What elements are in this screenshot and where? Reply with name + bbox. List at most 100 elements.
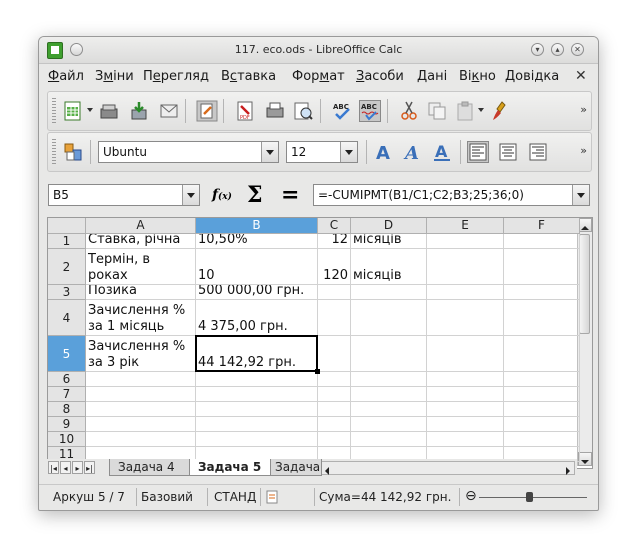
- row-header[interactable]: 4: [48, 300, 86, 336]
- cell-f9[interactable]: [504, 417, 580, 432]
- clone-formatting-icon[interactable]: [489, 100, 511, 122]
- cell-e10[interactable]: [427, 432, 504, 447]
- cell-e8[interactable]: [427, 402, 504, 417]
- cell-d4[interactable]: [351, 300, 427, 336]
- prev-sheet-button[interactable]: ◂: [60, 461, 71, 474]
- save-icon[interactable]: [128, 100, 150, 122]
- styles-icon[interactable]: [62, 141, 84, 163]
- sheet-tab[interactable]: Задача 4: [109, 459, 193, 476]
- cell-f10[interactable]: [504, 432, 580, 447]
- zoom-slider[interactable]: [479, 497, 587, 498]
- scroll-up-button[interactable]: [578, 218, 592, 232]
- cell-b5[interactable]: 44 142,92 грн.: [196, 336, 318, 372]
- horizontal-scrollbar[interactable]: [320, 461, 575, 475]
- first-sheet-button[interactable]: |◂: [48, 461, 59, 474]
- cell-f2[interactable]: [504, 249, 580, 285]
- cell-c2[interactable]: 120: [318, 249, 351, 285]
- row-header[interactable]: 8: [48, 402, 86, 417]
- cell-a7[interactable]: [86, 387, 196, 402]
- menu-view[interactable]: Перегляд: [143, 69, 209, 84]
- cell-c9[interactable]: [318, 417, 351, 432]
- row-header[interactable]: 10: [48, 432, 86, 447]
- cell-c3[interactable]: [318, 285, 351, 300]
- row-header[interactable]: 5: [48, 336, 86, 372]
- row-header[interactable]: 6: [48, 372, 86, 387]
- cell-f1[interactable]: [504, 234, 580, 249]
- insert-mode[interactable]: СТАНД: [214, 490, 256, 504]
- row-header[interactable]: 9: [48, 417, 86, 432]
- align-right-icon[interactable]: [527, 141, 549, 163]
- cell-a2[interactable]: Термін, в роках: [86, 249, 196, 285]
- cell-b3[interactable]: 500 000,00 грн.: [196, 285, 318, 300]
- row-header[interactable]: 7: [48, 387, 86, 402]
- cell-a5[interactable]: Зачислення % за 3 рік: [86, 336, 196, 372]
- formula-input[interactable]: =-CUMIPMT(B1/C1;C2;B3;25;36;0): [313, 184, 590, 206]
- menu-edit[interactable]: Зміни: [95, 69, 134, 84]
- cell-c7[interactable]: [318, 387, 351, 402]
- zoom-slider-thumb[interactable]: [526, 492, 533, 502]
- close-button[interactable]: ✕: [571, 43, 584, 56]
- column-header-c[interactable]: C: [318, 218, 351, 234]
- paste-icon[interactable]: [454, 100, 476, 122]
- maximize-button[interactable]: ▴: [551, 43, 564, 56]
- print-icon[interactable]: [264, 100, 286, 122]
- cell-a6[interactable]: [86, 372, 196, 387]
- document-modified-icon[interactable]: [265, 490, 279, 504]
- menu-format[interactable]: Формат: [292, 69, 345, 84]
- cell-d5[interactable]: [351, 336, 427, 372]
- toolbar-grip[interactable]: [52, 139, 56, 165]
- scroll-left-button[interactable]: [321, 462, 333, 475]
- cell-f8[interactable]: [504, 402, 580, 417]
- copy-icon[interactable]: [426, 100, 448, 122]
- sheet-tab[interactable]: Задача: [266, 459, 322, 476]
- row-header[interactable]: 2: [48, 249, 86, 285]
- column-header-f[interactable]: F: [504, 218, 580, 234]
- cell-a1[interactable]: Ставка, річна: [86, 234, 196, 249]
- export-pdf-icon[interactable]: PDF: [234, 100, 256, 122]
- cell-c4[interactable]: [318, 300, 351, 336]
- cell-a10[interactable]: [86, 432, 196, 447]
- cell-e7[interactable]: [427, 387, 504, 402]
- cell-f3[interactable]: [504, 285, 580, 300]
- zoom-out-icon[interactable]: ⊖: [465, 488, 477, 504]
- formula-equals-icon[interactable]: =: [281, 182, 299, 208]
- cell-e3[interactable]: [427, 285, 504, 300]
- column-header-a[interactable]: A: [86, 218, 196, 234]
- cell-e5[interactable]: [427, 336, 504, 372]
- cell-e2[interactable]: [427, 249, 504, 285]
- formula-expand-button[interactable]: [572, 185, 589, 205]
- cell-d1[interactable]: місяців: [351, 234, 427, 249]
- new-document-icon[interactable]: [62, 100, 84, 122]
- cell-c10[interactable]: [318, 432, 351, 447]
- cell-b4[interactable]: 4 375,00 грн.: [196, 300, 318, 336]
- menu-tools[interactable]: Засоби: [356, 69, 404, 84]
- bold-icon[interactable]: A: [373, 141, 395, 163]
- column-header-b[interactable]: B: [196, 218, 318, 234]
- font-name-dropdown-button[interactable]: [261, 142, 278, 162]
- font-size-combobox[interactable]: 12: [286, 141, 358, 163]
- cell-a8[interactable]: [86, 402, 196, 417]
- menu-data[interactable]: Дані: [417, 69, 447, 84]
- cell-b1[interactable]: 10,50%: [196, 234, 318, 249]
- email-icon[interactable]: [158, 100, 180, 122]
- cell-d9[interactable]: [351, 417, 427, 432]
- align-center-icon[interactable]: [497, 141, 519, 163]
- menu-insert[interactable]: Вставка: [221, 69, 276, 84]
- cell-b6[interactable]: [196, 372, 318, 387]
- toolbar-overflow-icon[interactable]: »: [580, 144, 587, 157]
- cell-d7[interactable]: [351, 387, 427, 402]
- cell-e6[interactable]: [427, 372, 504, 387]
- select-all-corner[interactable]: [48, 218, 86, 234]
- edit-mode-icon[interactable]: [196, 100, 218, 122]
- minimize-button[interactable]: ▾: [531, 43, 544, 56]
- menu-window[interactable]: Вікно: [459, 69, 496, 84]
- row-header[interactable]: 1: [48, 234, 86, 249]
- column-header-e[interactable]: E: [427, 218, 504, 234]
- column-header-d[interactable]: D: [351, 218, 427, 234]
- font-size-dropdown-button[interactable]: [340, 142, 357, 162]
- sheet-tab[interactable]: Задача 5: [189, 459, 271, 476]
- cell-d6[interactable]: [351, 372, 427, 387]
- menu-file[interactable]: Файл: [48, 69, 84, 84]
- page-style[interactable]: Базовий: [141, 490, 193, 504]
- cell-c1[interactable]: 12: [318, 234, 351, 249]
